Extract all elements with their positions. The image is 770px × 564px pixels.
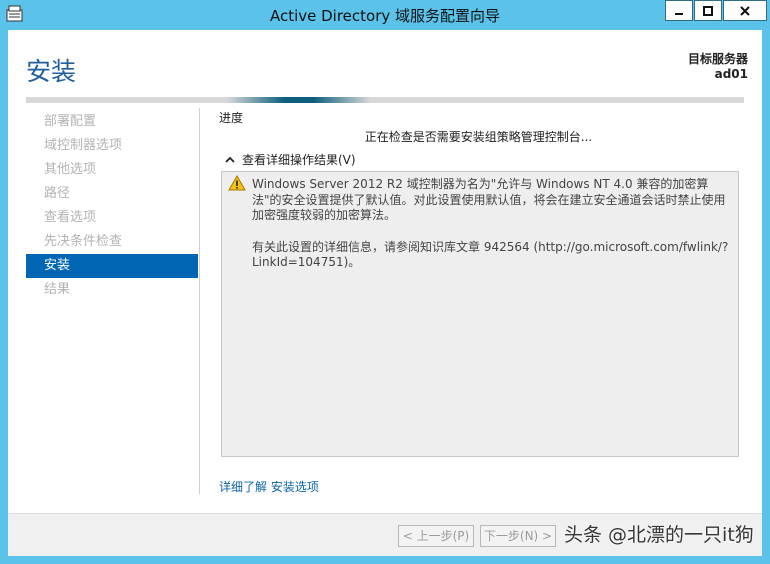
nav-divider (199, 108, 200, 494)
target-server: 目标服务器 ad01 (688, 52, 748, 82)
learn-more-link[interactable]: 详细了解 安装选项 (219, 478, 319, 495)
maximize-button[interactable] (694, 0, 722, 21)
warning-icon (228, 175, 246, 191)
minimize-icon (675, 12, 683, 15)
wizard-footer: < 上一步(P) 下一步(N) > 头条 @北漂的一只it狗 (8, 513, 762, 556)
target-server-caption: 目标服务器 (687, 52, 748, 66)
view-details-toggle[interactable]: 查看详细操作结果(V) (224, 151, 356, 168)
minimize-button[interactable] (665, 0, 693, 21)
view-details-label: 查看详细操作结果(V) (242, 153, 356, 167)
nav-item-dc-options[interactable]: 域控制器选项 (26, 134, 198, 158)
kb-paragraph: 有关此设置的详细信息，请参阅知识库文章 942564 (http://go.mi… (252, 239, 729, 270)
header-progress-accent (26, 97, 744, 103)
maximize-icon (703, 5, 713, 16)
close-icon (740, 5, 750, 16)
nav-item-install[interactable]: 安装 (26, 254, 198, 278)
warning-message: Windows Server 2012 R2 域控制器为名为"允许与 Windo… (252, 177, 736, 287)
title-bar[interactable]: Active Directory 域服务配置向导 (0, 0, 770, 30)
warning-paragraph: Windows Server 2012 R2 域控制器为名为"允许与 Windo… (252, 177, 726, 222)
next-button[interactable]: 下一步(N) > (480, 525, 556, 547)
previous-button[interactable]: < 上一步(P) (398, 525, 474, 547)
target-server-name: ad01 (714, 67, 748, 81)
wizard-nav: 部署配置 域控制器选项 其他选项 路径 查看选项 先决条件检查 安装 结果 (26, 110, 198, 302)
window-title: Active Directory 域服务配置向导 (269, 7, 501, 25)
watermark-text: 头条 @北漂的一只it狗 (564, 524, 754, 546)
nav-item-paths[interactable]: 路径 (26, 182, 198, 206)
page-title: 安装 (26, 57, 77, 86)
details-panel[interactable]: Windows Server 2012 R2 域控制器为名为"允许与 Windo… (221, 171, 739, 457)
progress-heading: 进度 (219, 111, 244, 125)
nav-item-review[interactable]: 查看选项 (26, 206, 198, 230)
nav-item-deployment[interactable]: 部署配置 (26, 110, 198, 134)
chevron-up-icon (225, 156, 235, 163)
nav-item-prereq-check[interactable]: 先决条件检查 (26, 230, 198, 254)
close-button[interactable] (723, 0, 767, 21)
progress-status: 正在检查是否需要安装组策略管理控制台... (364, 130, 593, 144)
wizard-body: 安装 目标服务器 ad01 部署配置 域控制器选项 其他选项 路径 查看选项 先… (8, 30, 762, 556)
wizard-window: Active Directory 域服务配置向导 安装 目标服务器 ad01 部… (0, 0, 770, 564)
nav-item-results[interactable]: 结果 (26, 278, 198, 302)
nav-item-additional-options[interactable]: 其他选项 (26, 158, 198, 182)
